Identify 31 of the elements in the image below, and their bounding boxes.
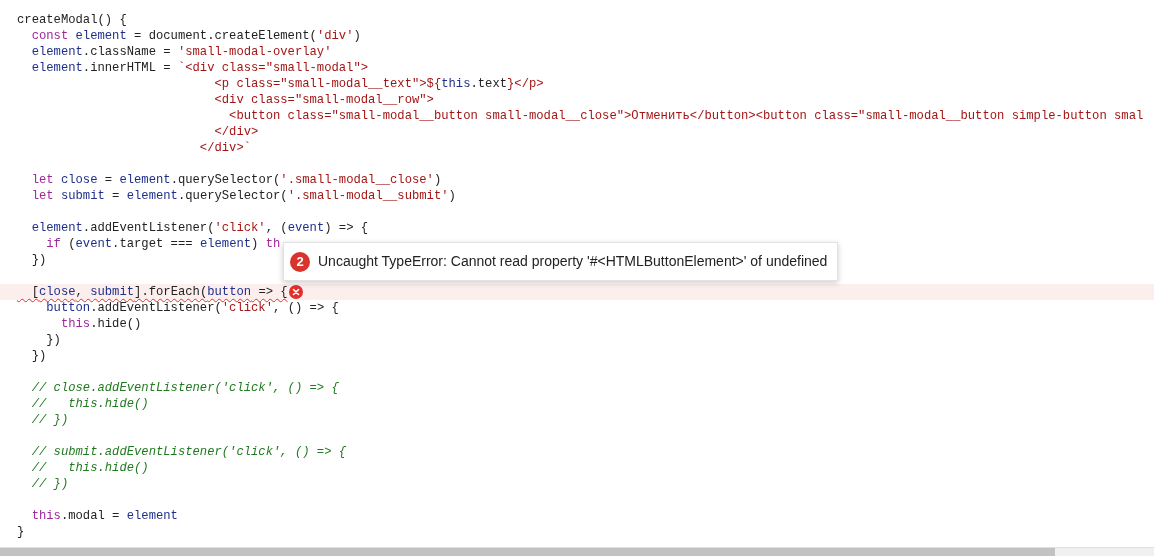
code-line: this.hide(): [59, 316, 142, 332]
code-line: // close.addEventListener('click', () => {: [30, 380, 339, 396]
code-line: <p class="small-modal__text">${this.text}</p>: [213, 76, 544, 92]
code-line: // this.hide(): [30, 460, 149, 476]
code-line: element.addEventListener('click', (event) => {: [30, 220, 369, 236]
error-message: Uncaught TypeError: Cannot read property '#<HTMLButtonElement>' of undefined: [318, 252, 829, 271]
code-line: }): [30, 348, 47, 364]
code-line: element.className = 'small-modal-overlay': [30, 44, 332, 60]
code-line: let submit = element.querySelector('.small-modal__submit'): [30, 188, 456, 204]
code-line: // submit.addEventListener('click', () => {: [30, 444, 347, 460]
code-line: }): [30, 252, 47, 268]
code-line: button.addEventListener('click', () => {: [45, 300, 339, 316]
code-line: createModal() {: [16, 12, 127, 28]
code-line: if (event.target === element) th: [45, 236, 281, 252]
code-line: // }): [30, 412, 69, 428]
code-line: element.innerHTML = `<div class="small-modal">: [30, 60, 369, 76]
error-count-badge: 2: [290, 251, 310, 272]
code-line: this.modal = element: [30, 508, 178, 524]
horizontal-scrollbar[interactable]: [0, 547, 1154, 556]
code-line: // }): [30, 476, 69, 492]
code-line: const element = document.createElement('div'): [30, 28, 361, 44]
code-line: <button class="small-modal__button small-modal__close">Отменить</button><button class="small-modal__button simple-button smal: [228, 108, 1144, 124]
error-icon: [288, 285, 303, 299]
code-line: </div>`: [198, 140, 252, 156]
code-line: </div>: [213, 124, 259, 140]
code-line: let close = element.querySelector('.small-modal__close'): [30, 172, 442, 188]
code-line: }: [16, 524, 25, 540]
code-line: [close, submit].forEach(button => {: [30, 284, 288, 300]
code-line: }): [45, 332, 61, 348]
code-line: <div class="small-modal__row">: [213, 92, 434, 108]
code-line: // this.hide(): [30, 396, 149, 412]
